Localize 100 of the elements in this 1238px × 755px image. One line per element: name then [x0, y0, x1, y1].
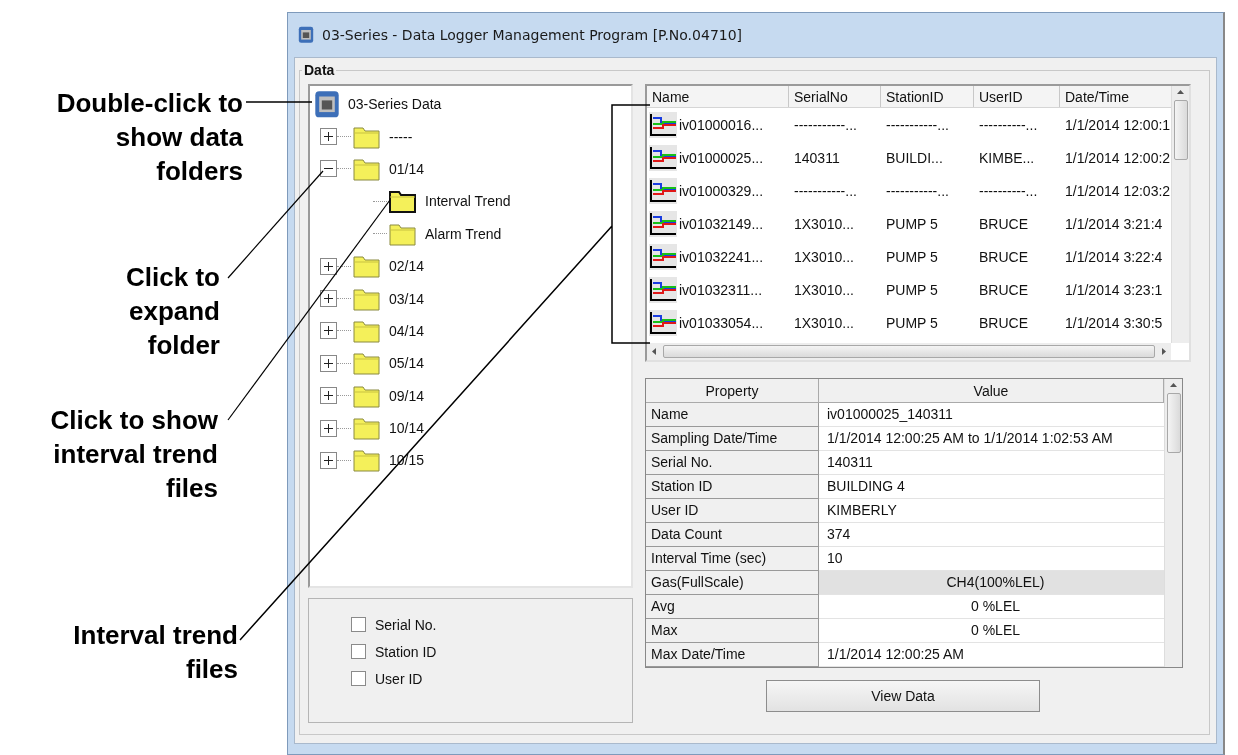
table-cell-text: PUMP 5 — [885, 215, 939, 232]
callout-text: Double-click to show data folders — [56, 87, 243, 188]
chart-icon — [649, 243, 677, 270]
tree-item[interactable]: 03-Series Data — [348, 96, 442, 113]
expand-icon[interactable] — [320, 419, 337, 437]
table-cell-text: BUILDI... — [885, 149, 944, 166]
table-cell-text: KIMBE... — [978, 149, 1036, 166]
table-cell-text: PUMP 5 — [885, 281, 939, 298]
file-name[interactable]: iv01000025... — [679, 149, 764, 166]
checkbox-label: Station ID — [375, 643, 437, 660]
table-cell-text: -----------... — [793, 116, 858, 133]
table-cell-text: 140311 — [793, 149, 841, 166]
file-name[interactable]: iv01000329... — [679, 182, 764, 199]
callout-text: Click to show interval trend files — [50, 404, 218, 505]
tree-item[interactable]: 02/14 — [389, 258, 425, 275]
scroll-thumb[interactable] — [1166, 393, 1181, 453]
column-header[interactable]: Name — [647, 86, 789, 107]
table-cell-text: 1X3010... — [793, 248, 855, 265]
checkbox-label: User ID — [375, 670, 423, 687]
property-name: Interval Time (sec) — [646, 547, 819, 571]
table-cell-text: BRUCE — [978, 314, 1029, 331]
scroll-left-icon[interactable] — [651, 347, 657, 356]
scroll-thumb[interactable] — [1173, 100, 1188, 160]
group-label: Data — [303, 62, 336, 78]
column-header[interactable]: SerialNo — [789, 86, 881, 107]
table-cell-text: 1/1/2014 3:22:4 — [1064, 248, 1164, 265]
table-cell-text: PUMP 5 — [885, 248, 939, 265]
vertical-scrollbar[interactable] — [1164, 379, 1182, 667]
collapse-icon[interactable] — [320, 160, 337, 178]
property-value: CH4(100%LEL) — [819, 571, 1164, 595]
file-name[interactable]: iv01032311... — [679, 281, 763, 298]
tree-item[interactable]: 01/14 — [389, 160, 425, 177]
table-cell-text: PUMP 5 — [885, 314, 939, 331]
table-cell-text: BRUCE — [978, 281, 1029, 298]
tree-item[interactable]: 05/14 — [389, 355, 425, 372]
property-name: Station ID — [646, 475, 819, 499]
table-cell-text: 1/1/2014 12:00:1 — [1064, 116, 1171, 133]
tree-item[interactable]: 03/14 — [389, 290, 425, 307]
property-name: Max — [646, 619, 819, 643]
column-header: Value — [819, 379, 1164, 403]
chart-icon — [649, 111, 677, 138]
chart-icon — [649, 276, 677, 303]
expand-icon[interactable] — [320, 354, 337, 372]
checkbox[interactable] — [351, 671, 366, 686]
view-data-button[interactable]: View Data — [766, 680, 1040, 712]
table-cell-text: 1X3010... — [793, 314, 855, 331]
file-name[interactable]: iv01000016... — [679, 116, 764, 133]
table-cell-text: 1/1/2014 12:03:2 — [1064, 182, 1171, 199]
expand-icon[interactable] — [320, 128, 337, 146]
table-cell-text: ----------... — [978, 116, 1039, 133]
file-name[interactable]: iv01032241... — [679, 248, 764, 265]
column-header[interactable]: UserID — [974, 86, 1060, 107]
window-title: 03-Series - Data Logger Management Program [P.No.04710] — [322, 27, 743, 43]
checkbox[interactable] — [351, 617, 366, 632]
property-name: User ID — [646, 499, 819, 523]
table-cell-text: ----------... — [978, 182, 1039, 199]
property-name: Max Date/Time — [646, 643, 819, 667]
column-header[interactable]: StationID — [881, 86, 974, 107]
scroll-thumb[interactable] — [663, 345, 1155, 358]
table-cell-text: -----------... — [885, 116, 950, 133]
chart-icon — [649, 177, 677, 204]
checkbox-label: Serial No. — [375, 616, 437, 633]
property-name: Sampling Date/Time — [646, 427, 819, 451]
table-cell-text: -----------... — [885, 182, 950, 199]
table-cell-text: BRUCE — [978, 248, 1029, 265]
table-cell-text: 1/1/2014 3:23:1 — [1064, 281, 1164, 298]
checkbox[interactable] — [351, 644, 366, 659]
file-name[interactable]: iv01033054... — [679, 314, 764, 331]
file-name[interactable]: iv01032149... — [679, 215, 764, 232]
chart-icon — [649, 144, 677, 171]
tree-item[interactable]: 09/14 — [389, 387, 425, 404]
tree-item[interactable]: Alarm Trend — [425, 225, 502, 242]
chart-icon — [649, 210, 677, 237]
tree-item[interactable]: ----- — [389, 128, 413, 145]
expand-icon[interactable] — [320, 387, 337, 405]
property-name: Name — [646, 403, 819, 427]
table-cell-text: 1/1/2014 12:00:2 — [1064, 149, 1171, 166]
callout-text: Interval trend files — [73, 619, 238, 686]
expand-icon[interactable] — [320, 322, 337, 340]
property-name: Gas(FullScale) — [646, 571, 819, 595]
property-name: Data Count — [646, 523, 819, 547]
scroll-right-icon[interactable] — [1161, 347, 1167, 356]
table-cell-text: 1X3010... — [793, 281, 855, 298]
expand-icon[interactable] — [320, 452, 337, 469]
device-icon — [314, 89, 340, 119]
property-name: Avg — [646, 595, 819, 619]
table-cell-text: BRUCE — [978, 215, 1029, 232]
callout-text: Click to expand folder — [126, 261, 220, 362]
tree-item[interactable]: Interval Trend — [425, 193, 511, 210]
horizontal-scrollbar[interactable] — [647, 343, 1171, 360]
expand-icon[interactable] — [320, 257, 337, 275]
property-name: Serial No. — [646, 451, 819, 475]
expand-icon[interactable] — [320, 290, 337, 308]
vertical-scrollbar[interactable] — [1171, 86, 1189, 343]
device-icon — [298, 26, 314, 44]
tree-item[interactable]: 04/14 — [389, 322, 425, 339]
table-cell-text: 1X3010... — [793, 215, 855, 232]
tree-item[interactable]: 10/14 — [389, 420, 425, 437]
table-cell-text: -----------... — [793, 182, 858, 199]
column-header: Property — [646, 379, 819, 403]
